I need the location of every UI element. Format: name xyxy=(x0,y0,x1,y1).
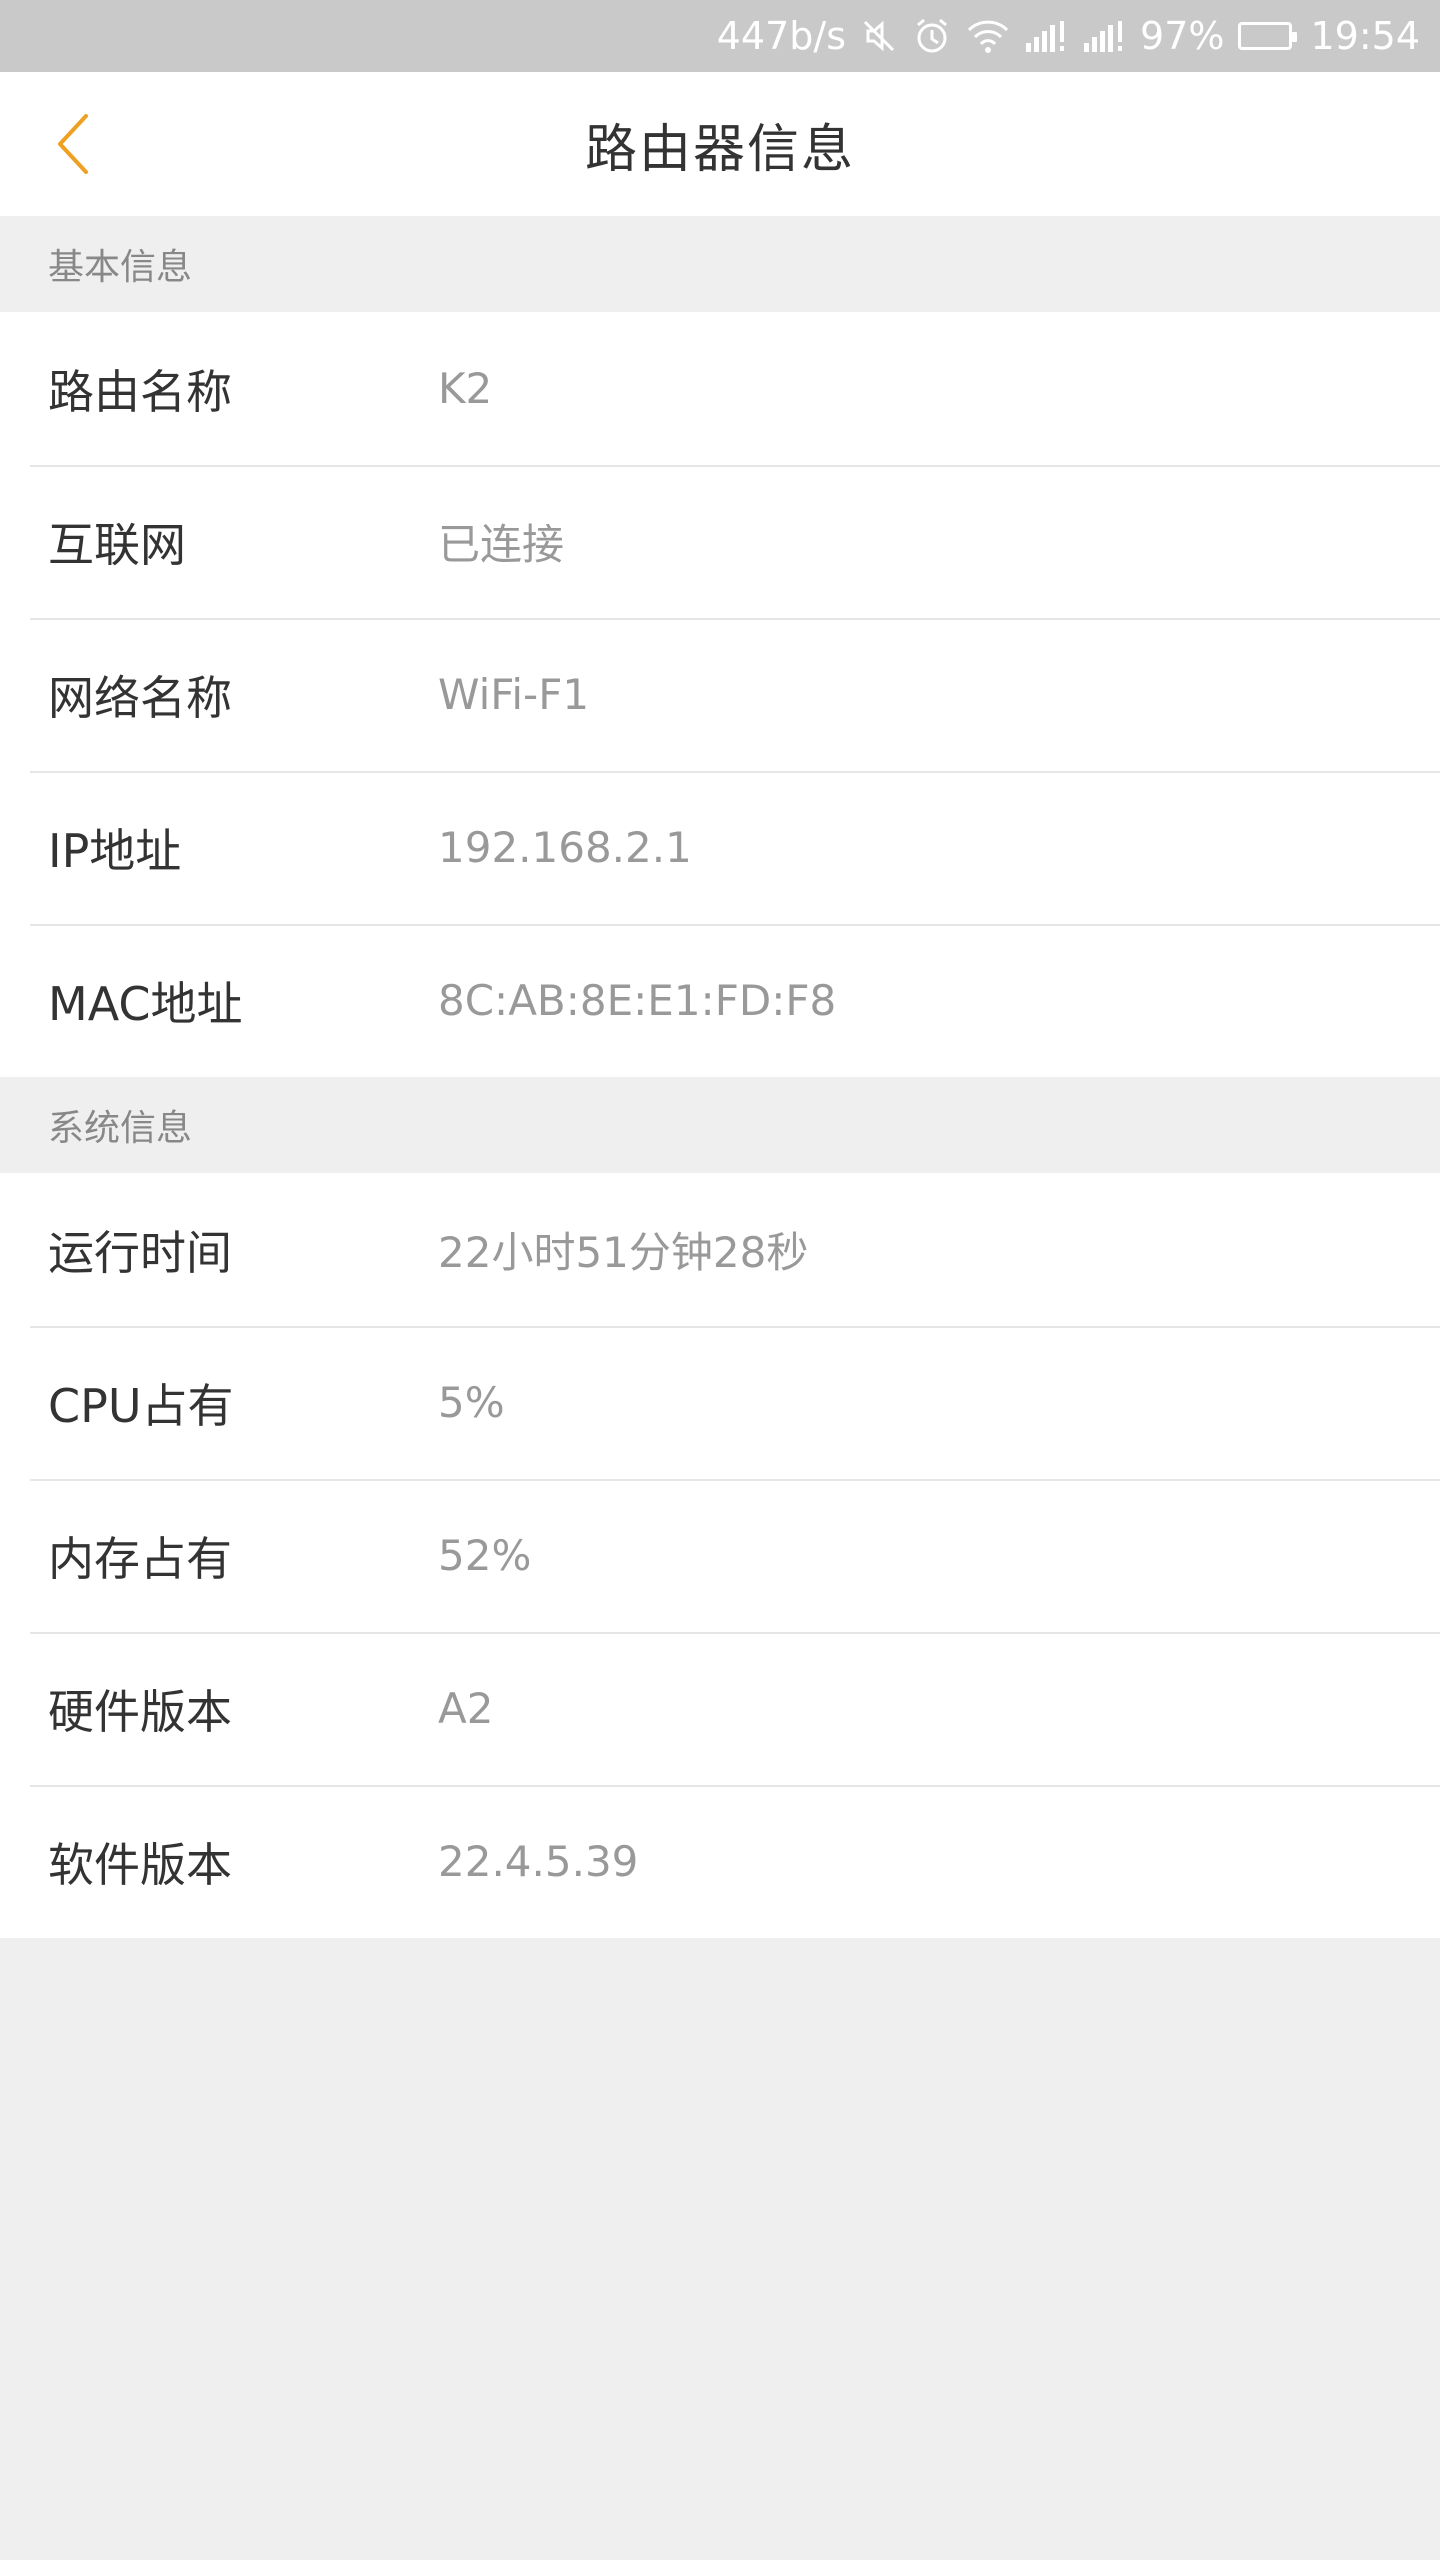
row-label: 网络名称 xyxy=(48,670,232,725)
row-label: MAC地址 xyxy=(48,976,243,1031)
section-header: 基本信息 xyxy=(0,216,1440,312)
section-header: 系统信息 xyxy=(0,1077,1440,1173)
content: 基本信息 路由名称 K2 互联网 已连接 网络名称 WiFi-F1 IP地址 1… xyxy=(0,216,1440,1938)
row-label: CPU占有 xyxy=(48,1378,234,1433)
info-row-mac-address: MAC地址 8C:AB:8E:E1:FD:F8 xyxy=(0,924,1440,1077)
row-label: IP地址 xyxy=(48,823,182,878)
row-value: 已连接 xyxy=(438,520,565,569)
section-basic-info: 基本信息 路由名称 K2 互联网 已连接 网络名称 WiFi-F1 IP地址 1… xyxy=(0,216,1440,1077)
status-bar: 447b/s 97% 19:54 xyxy=(0,0,1440,72)
row-value: 192.168.2.1 xyxy=(438,823,692,872)
info-row-cpu-usage: CPU占有 5% xyxy=(0,1326,1440,1479)
mute-icon xyxy=(860,17,898,55)
info-list: 运行时间 22小时51分钟28秒 CPU占有 5% 内存占有 52% 硬件版本 … xyxy=(0,1173,1440,1938)
info-list: 路由名称 K2 互联网 已连接 网络名称 WiFi-F1 IP地址 192.16… xyxy=(0,312,1440,1077)
wifi-icon xyxy=(966,18,1010,54)
row-label: 软件版本 xyxy=(48,1837,232,1892)
clock: 19:54 xyxy=(1310,14,1420,58)
page-title: 路由器信息 xyxy=(584,119,855,180)
row-value: A2 xyxy=(438,1684,494,1733)
net-speed: 447b/s xyxy=(716,14,847,58)
chevron-left-icon xyxy=(58,114,88,174)
app-bar: 路由器信息 xyxy=(0,72,1440,216)
row-value: 5% xyxy=(438,1378,505,1427)
info-row-internet: 互联网 已连接 xyxy=(0,465,1440,618)
section-system-info: 系统信息 运行时间 22小时51分钟28秒 CPU占有 5% 内存占有 52% … xyxy=(0,1077,1440,1938)
signal-icon xyxy=(1024,19,1068,53)
alarm-icon xyxy=(912,16,952,56)
row-label: 互联网 xyxy=(48,517,186,572)
row-value: 8C:AB:8E:E1:FD:F8 xyxy=(438,976,837,1025)
row-label: 硬件版本 xyxy=(48,1684,232,1739)
row-label: 路由名称 xyxy=(48,364,232,419)
info-row-ip-address: IP地址 192.168.2.1 xyxy=(0,771,1440,924)
info-row-software-version: 软件版本 22.4.5.39 xyxy=(0,1785,1440,1938)
row-value: 52% xyxy=(438,1531,532,1580)
row-label: 内存占有 xyxy=(48,1531,232,1586)
back-button[interactable] xyxy=(36,108,108,180)
info-row-router-name: 路由名称 K2 xyxy=(0,312,1440,465)
info-row-network-name: 网络名称 WiFi-F1 xyxy=(0,618,1440,771)
row-label: 运行时间 xyxy=(48,1225,232,1280)
info-row-hardware-version: 硬件版本 A2 xyxy=(0,1632,1440,1785)
battery-percent: 97% xyxy=(1140,14,1225,58)
signal-icon xyxy=(1082,19,1126,53)
row-value: K2 xyxy=(438,364,493,413)
row-value: WiFi-F1 xyxy=(438,670,590,719)
battery-icon xyxy=(1238,22,1298,50)
row-value: 22小时51分钟28秒 xyxy=(438,1228,809,1277)
info-row-memory-usage: 内存占有 52% xyxy=(0,1479,1440,1632)
info-row-uptime: 运行时间 22小时51分钟28秒 xyxy=(0,1173,1440,1326)
row-value: 22.4.5.39 xyxy=(438,1837,639,1886)
